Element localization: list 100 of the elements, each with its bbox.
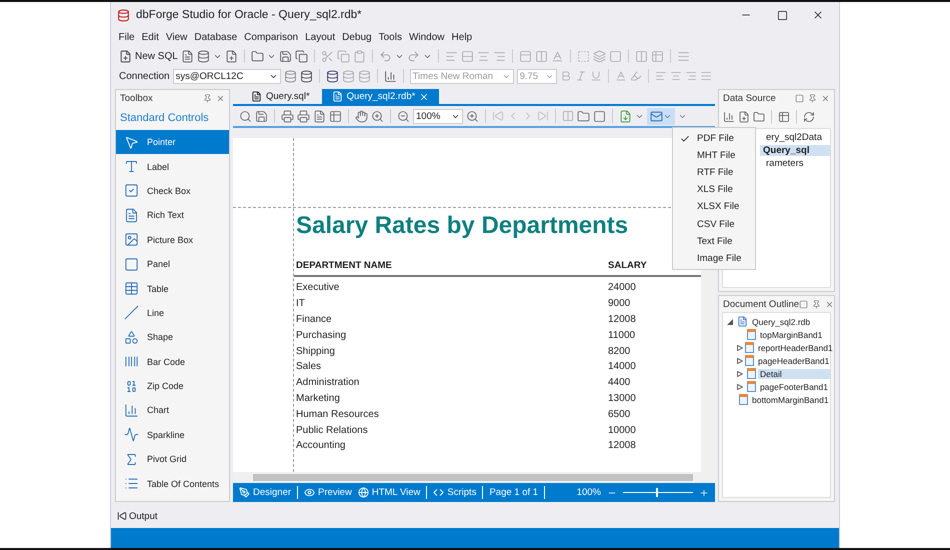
database-icon[interactable] [300, 70, 313, 82]
tree-item[interactable]: bottomMarginBand1 [750, 394, 831, 404]
table-cell-text: 13000 [608, 392, 637, 404]
tree-item[interactable]: rameters [763, 158, 806, 169]
menu-item[interactable]: Window [405, 32, 448, 42]
tree-item[interactable]: Query_sql2.rdb [750, 316, 812, 326]
zoom-dropdown[interactable]: 100% [413, 108, 463, 124]
refresh-icon[interactable] [803, 111, 815, 123]
menu-item[interactable]: CSV File [673, 215, 755, 233]
tree-item[interactable]: pageHeaderBand1 [756, 356, 832, 366]
zoom-in-icon[interactable] [699, 488, 709, 498]
menu-item[interactable]: Help [448, 32, 476, 42]
toolbox-item[interactable]: Check Box [116, 178, 229, 204]
maximize-icon[interactable] [776, 10, 788, 20]
tree-item[interactable]: Detail [758, 368, 830, 378]
tree-item[interactable]: ery_sql2Data [763, 132, 825, 143]
font-color-icon[interactable] [614, 70, 627, 82]
eye-icon [304, 487, 316, 498]
pin-icon[interactable] [203, 94, 212, 102]
pointer-icon [124, 134, 139, 150]
slider-thumb[interactable] [656, 488, 658, 497]
toolbox-item[interactable]: Sparkline [116, 422, 229, 448]
new-file-icon[interactable] [224, 50, 238, 62]
toolbox-item[interactable]: Table [116, 276, 229, 301]
toolbox-item[interactable]: Pointer [116, 130, 229, 154]
pin-icon[interactable] [812, 300, 822, 308]
menu-item[interactable]: MHT File [673, 147, 755, 164]
toolbox-item[interactable]: Chart [116, 398, 229, 423]
close-icon[interactable] [812, 9, 824, 21]
toolbox-item[interactable]: Zip Code [116, 374, 229, 398]
toolbox-item[interactable]: Label [116, 154, 229, 179]
document-tab[interactable]: Query_sql2.rdb* [322, 89, 440, 104]
menu-item[interactable]: RTF File [673, 164, 755, 182]
table-cell-text: Sales [296, 361, 322, 372]
toolbox-item[interactable]: Rich Text [116, 203, 229, 228]
connection-dropdown[interactable]: sys@ORCL12C [172, 68, 281, 84]
export-icon[interactable] [619, 110, 632, 122]
zoom-in-icon[interactable] [371, 110, 384, 122]
page-icon[interactable] [313, 110, 326, 122]
folder-icon[interactable] [250, 50, 264, 62]
document-tab[interactable]: Query.sql* [241, 89, 320, 104]
expander-icon[interactable] [737, 344, 743, 350]
toolbox-item[interactable]: Bar Code [116, 350, 229, 374]
toolbox-item[interactable]: Line [116, 300, 229, 326]
pin-icon[interactable] [808, 94, 817, 102]
tree-item[interactable]: reportHeaderBand1 [756, 342, 835, 352]
document-icon[interactable] [180, 50, 194, 62]
menu-item[interactable]: Debug [338, 32, 376, 42]
tree-item[interactable]: Query_sql [760, 145, 830, 156]
menu-item[interactable]: XLS File [673, 181, 755, 198]
menu-item[interactable]: File [115, 32, 138, 42]
toolbox-item[interactable]: Pivot Grid [116, 447, 229, 472]
table-cell-text: 12008 [608, 440, 637, 452]
send-email-button[interactable] [647, 108, 675, 124]
zoom-in-icon[interactable] [466, 110, 479, 122]
toolbox-item[interactable]: Table Of Contents [116, 471, 229, 496]
menu-item[interactable]: XLSX File [673, 198, 755, 216]
expander-icon[interactable] [737, 358, 743, 364]
float-icon[interactable] [795, 94, 804, 102]
table-cell-text: 11000 [608, 330, 636, 341]
menu-item[interactable]: Layout [302, 32, 339, 42]
tree-item[interactable]: pageFooterBand1 [758, 382, 830, 392]
menu-item[interactable]: Comparison [240, 32, 302, 42]
print-setup-icon[interactable] [281, 110, 294, 122]
float-icon[interactable] [799, 300, 808, 308]
output-tab[interactable]: Output [129, 510, 158, 522]
menu-item[interactable]: Image File [673, 250, 755, 267]
expander-icon[interactable] [737, 370, 743, 376]
panel-title: Toolbox [120, 92, 153, 104]
tree-item[interactable]: topMarginBand1 [758, 330, 824, 340]
table-cell-text: 6500 [608, 408, 632, 420]
hand-icon[interactable] [355, 110, 368, 122]
save-icon[interactable] [255, 110, 268, 122]
view-tab[interactable]: Designer [239, 487, 292, 498]
print-icon[interactable] [297, 110, 310, 122]
expander-icon[interactable] [737, 384, 743, 390]
menu-item[interactable]: View [162, 32, 191, 42]
menu-item[interactable]: Tools [375, 32, 406, 42]
database-icon[interactable] [196, 50, 210, 62]
menu-item[interactable]: Text File [673, 232, 755, 250]
output-icon [117, 511, 127, 521]
view-tab[interactable]: Preview [304, 487, 352, 498]
new-sql-button[interactable]: New SQL [119, 50, 178, 62]
view-tab[interactable]: HTML View [358, 487, 420, 498]
save-icon[interactable] [278, 50, 292, 62]
folder-icon[interactable] [753, 111, 765, 123]
table-icon [124, 281, 139, 296]
band-icon [747, 329, 756, 340]
toolbox-item[interactable]: Picture Box [116, 228, 229, 252]
expander-icon[interactable] [727, 318, 733, 324]
menu-item[interactable]: Edit [138, 32, 162, 42]
open-icon[interactable] [577, 110, 590, 122]
menu-item[interactable]: PDF File [673, 130, 755, 148]
add-query-icon[interactable] [738, 111, 750, 123]
toolbox-item[interactable]: Panel [116, 252, 229, 276]
zoom-out-icon[interactable] [397, 110, 410, 122]
toolbox-item[interactable]: Shape [116, 325, 229, 350]
horizontal-scrollbar[interactable] [233, 472, 715, 482]
view-tab[interactable]: Scripts [433, 487, 476, 498]
menu-item[interactable]: Database [190, 32, 241, 42]
